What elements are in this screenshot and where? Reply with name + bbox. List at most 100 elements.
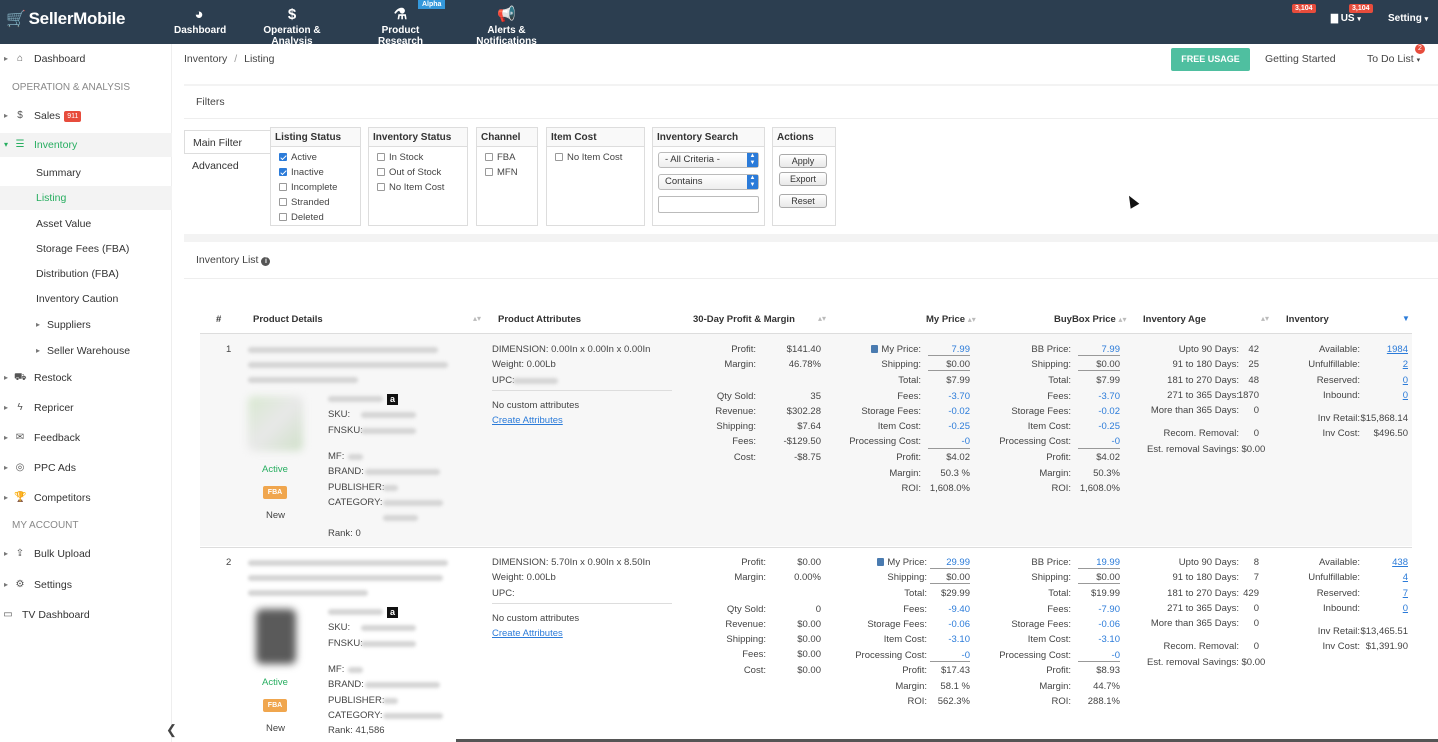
sidebar-item-sales[interactable]: ▸ $ Sales 911 (0, 104, 172, 128)
my-price-value[interactable]: 29.99 (930, 557, 970, 568)
sidebar-item-restock[interactable]: ▸ ⛟ Restock (0, 366, 172, 390)
checkbox-fba[interactable]: FBA (477, 150, 537, 165)
checkbox-deleted[interactable]: Deleted (271, 210, 360, 225)
amazon-icon[interactable]: a (387, 394, 398, 405)
nav-product-research[interactable]: ⚗ Product Research (360, 6, 441, 47)
amazon-icon[interactable]: a (387, 607, 398, 618)
available-link[interactable]: 1984 (1364, 344, 1408, 355)
sidebar-item-asset-value[interactable]: Asset Value (0, 212, 172, 236)
checkbox-out-of-stock[interactable]: Out of Stock (369, 165, 467, 180)
sort-icon[interactable]: ▴▾ (818, 314, 826, 323)
sidebar-item-storage-fees[interactable]: Storage Fees (FBA) (0, 237, 172, 261)
collapse-sidebar-icon[interactable]: ❮ (166, 722, 177, 738)
criteria-select[interactable]: - All Criteria - ▲ ▼ (658, 152, 759, 168)
country-selector[interactable]: ▇ US ▾ (1331, 13, 1361, 24)
create-attributes-link[interactable]: Create Attributes (492, 415, 563, 426)
item-cost-value[interactable]: -3.10 (930, 634, 970, 645)
apply-button[interactable]: Apply (779, 154, 827, 168)
nav-alerts[interactable]: 📢 Alerts & Notifications (458, 6, 555, 47)
sidebar-item-bulk-upload[interactable]: ▸ ⇪ Bulk Upload (0, 542, 172, 566)
sidebar-item-tv-dashboard[interactable]: ▭ TV Dashboard (0, 603, 172, 627)
checkbox-active[interactable]: Active (271, 150, 360, 165)
item-cost-value[interactable]: -3.10 (1078, 634, 1120, 645)
item-cost-value[interactable]: -0.25 (928, 421, 970, 432)
storage-fees-value[interactable]: -0.02 (1078, 406, 1120, 417)
item-cost-value[interactable]: -0.25 (1078, 421, 1120, 432)
reserved-link[interactable]: 0 (1364, 375, 1408, 386)
create-attributes-link[interactable]: Create Attributes (492, 628, 563, 639)
inbound-link[interactable]: 0 (1364, 603, 1408, 614)
sidebar-item-ppc-ads[interactable]: ▸ ◎ PPC Ads (0, 456, 172, 480)
sidebar-item-competitors[interactable]: ▸ 🏆 Competitors (0, 486, 172, 510)
available-link[interactable]: 438 (1364, 557, 1408, 568)
fees-value[interactable]: -3.70 (1078, 391, 1120, 402)
sort-icon[interactable]: ▴▾ (473, 314, 481, 323)
checkbox-stranded[interactable]: Stranded (271, 195, 360, 210)
storage-fees-value[interactable]: -0.02 (928, 406, 970, 417)
calculator-icon[interactable] (871, 345, 879, 353)
checkbox-in-stock[interactable]: In Stock (369, 150, 467, 165)
info-icon[interactable]: i (261, 257, 271, 266)
recom-removal-label: Recom. Removal: (1163, 641, 1240, 652)
col-header-inventory[interactable]: Inventory (1286, 314, 1329, 325)
col-header-inventory-age[interactable]: Inventory Age (1143, 314, 1206, 325)
col-header-product-details[interactable]: Product Details (253, 314, 323, 325)
inbound-link[interactable]: 0 (1364, 390, 1408, 401)
checkbox-no-item-cost-2[interactable]: No Item Cost (547, 150, 644, 165)
search-input[interactable] (658, 196, 759, 213)
bb-price-value[interactable]: 19.99 (1078, 557, 1120, 568)
column-menu-icon[interactable]: ▼ (1402, 314, 1410, 323)
setting-menu[interactable]: Setting ▾ (1388, 13, 1428, 24)
col-header-profit-margin[interactable]: 30-Day Profit & Margin (693, 314, 795, 325)
getting-started-link[interactable]: Getting Started (1265, 53, 1336, 65)
export-button[interactable]: Export (779, 172, 827, 186)
sidebar-item-repricer[interactable]: ▸ ϟ Repricer (0, 396, 172, 420)
free-usage-button[interactable]: FREE USAGE (1171, 48, 1250, 71)
sidebar-item-listing[interactable]: Listing (0, 186, 172, 210)
processing-cost-value[interactable]: -0 (1078, 650, 1120, 661)
calculator-icon[interactable] (877, 558, 885, 566)
sidebar-item-feedback[interactable]: ▸ ✉ Feedback (0, 426, 172, 450)
brand-logo[interactable]: 🛒 SellerMobile (6, 9, 125, 29)
sidebar-item-distribution[interactable]: Distribution (FBA) (0, 262, 172, 286)
unfulfillable-link[interactable]: 4 (1364, 572, 1408, 583)
tab-main-filter[interactable]: Main Filter (184, 130, 270, 154)
checkbox-mfn[interactable]: MFN (477, 165, 537, 180)
processing-cost-value[interactable]: -0 (928, 436, 970, 447)
todo-list-menu[interactable]: To Do List ▾ (1367, 53, 1420, 65)
sidebar-item-inventory[interactable]: ▾ ☰ Inventory (0, 133, 172, 157)
storage-fees-value[interactable]: -0.06 (930, 619, 970, 630)
nav-dashboard[interactable]: ◕ Dashboard (174, 6, 226, 36)
sidebar-item-suppliers[interactable]: ▸ Suppliers (0, 313, 172, 337)
match-select[interactable]: Contains ▲ ▼ (658, 174, 759, 190)
processing-cost-value[interactable]: -0 (1078, 436, 1120, 447)
fees-value[interactable]: -9.40 (930, 604, 970, 615)
checkbox-inactive[interactable]: Inactive (271, 165, 360, 180)
product-image[interactable] (256, 609, 296, 664)
product-image[interactable] (248, 396, 303, 451)
reserved-link[interactable]: 7 (1364, 588, 1408, 599)
reset-button[interactable]: Reset (779, 194, 827, 208)
fees-value[interactable]: -7.90 (1078, 604, 1120, 615)
bb-price-value[interactable]: 7.99 (1078, 344, 1121, 355)
checkbox-no-item-cost[interactable]: No Item Cost (369, 180, 467, 195)
my-price-value[interactable]: 7.99 (928, 344, 971, 355)
sidebar-item-settings[interactable]: ▸ ⚙ Settings (0, 573, 172, 597)
fees-value[interactable]: -3.70 (928, 391, 970, 402)
nav-operation-analysis[interactable]: $ Operation & Analysis (244, 6, 340, 47)
sidebar-item-seller-warehouse[interactable]: ▸ Seller Warehouse (0, 339, 172, 363)
sort-icon[interactable]: ▴▾ (1261, 314, 1269, 323)
sidebar-item-inventory-caution[interactable]: Inventory Caution (0, 287, 172, 311)
sidebar-item-dashboard[interactable]: ▸ ⌂ Dashboard (0, 47, 172, 71)
breadcrumb-inventory[interactable]: Inventory (184, 53, 227, 65)
col-header-buybox-price[interactable]: BuyBox Price ▴▾ (1054, 314, 1126, 325)
tab-advanced[interactable]: Advanced (184, 154, 270, 178)
sidebar-item-summary[interactable]: Summary (0, 161, 172, 185)
col-header-my-price[interactable]: My Price ▴▾ (926, 314, 976, 325)
storage-fees-value[interactable]: -0.06 (1078, 619, 1120, 630)
processing-cost-value[interactable]: -0 (930, 650, 970, 661)
product-title-blurred[interactable] (248, 347, 438, 353)
unfulfillable-link[interactable]: 2 (1364, 359, 1408, 370)
product-title-blurred[interactable] (248, 560, 448, 566)
checkbox-incomplete[interactable]: Incomplete (271, 180, 360, 195)
